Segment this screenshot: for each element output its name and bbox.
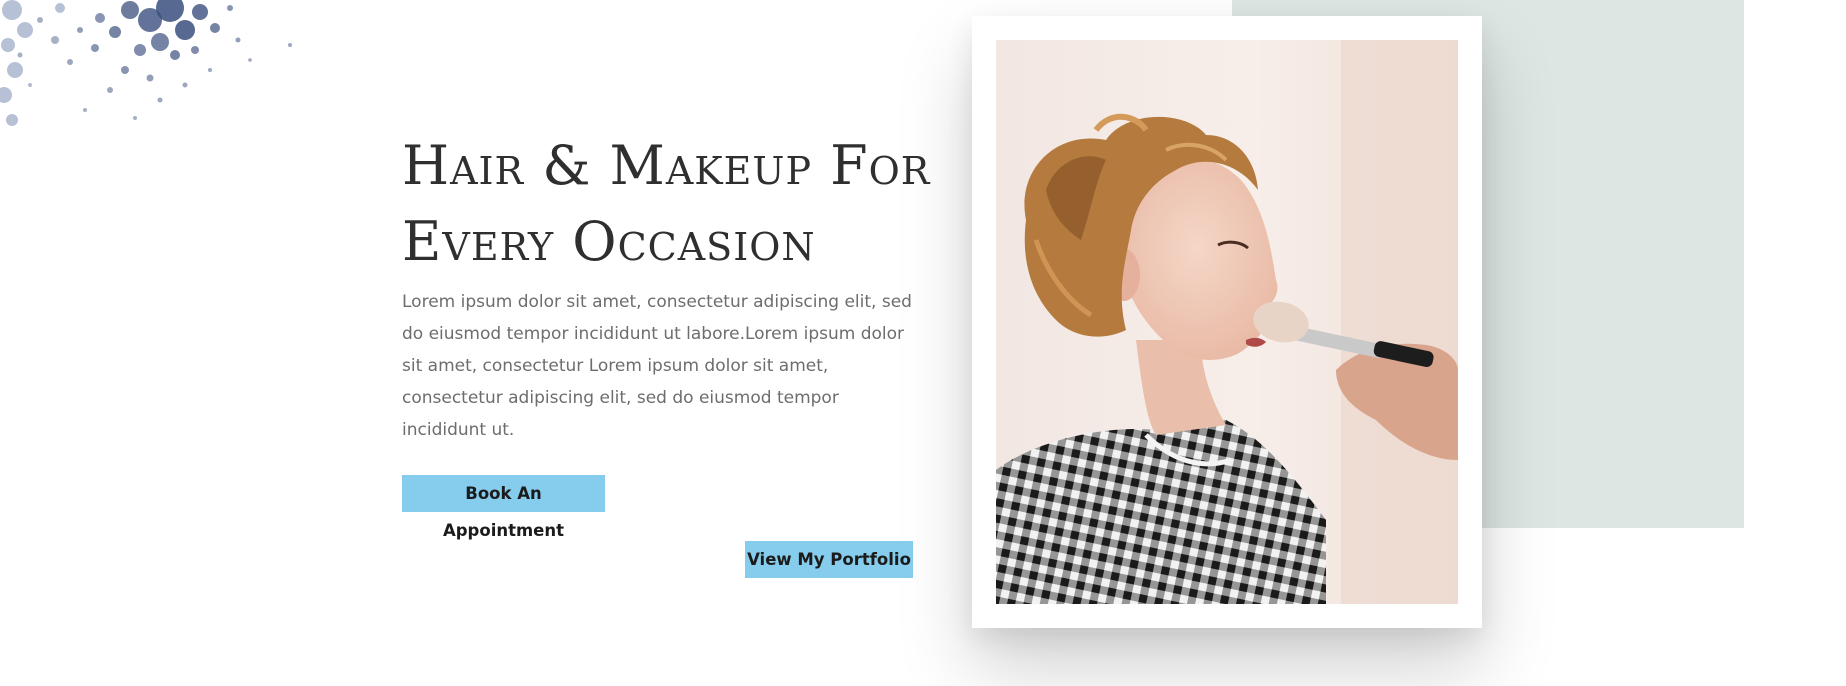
eyeshadow-powder-icon [0,0,292,126]
book-appointment-button[interactable]: Book An Appointment [402,475,605,540]
hero-section: Hair & Makeup For Every Occasion Lorem i… [0,0,1846,686]
page-title: Hair & Makeup For Every Occasion [402,134,931,273]
view-portfolio-button[interactable]: View My Portfolio [745,541,913,578]
woman-receiving-makeup-brush-photo [996,40,1458,604]
photo-frame [972,16,1482,628]
hero-description: Lorem ipsum dolor sit amet, consectetur … [402,292,912,440]
